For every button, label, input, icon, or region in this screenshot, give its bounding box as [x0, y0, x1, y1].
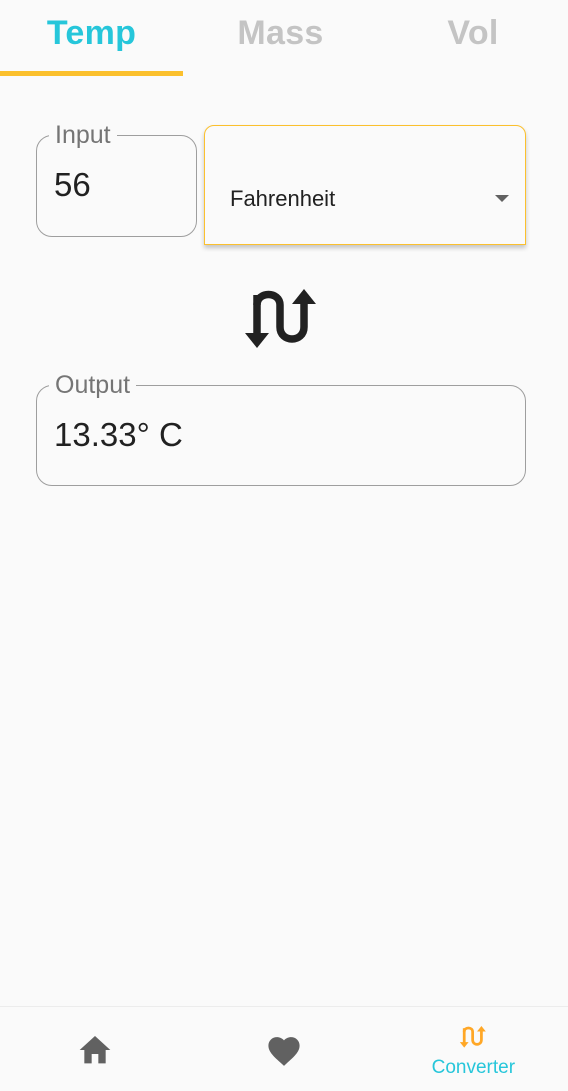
nav-home[interactable]: [0, 1007, 189, 1091]
input-field[interactable]: Input 56: [36, 120, 197, 237]
swap-vert-icon: [460, 1026, 487, 1048]
nav-converter-label: Converter: [431, 1057, 516, 1078]
tab-vol[interactable]: Vol: [378, 0, 568, 76]
tab-mass[interactable]: Mass: [183, 0, 378, 76]
input-field-value[interactable]: 56: [54, 166, 91, 204]
unit-dropdown-value: Fahrenheit: [230, 186, 336, 211]
swap-vert-icon: [245, 289, 316, 348]
home-icon: [79, 1036, 110, 1064]
tab-bar: Temp Mass Vol: [0, 0, 568, 76]
input-field-label: Input: [49, 120, 117, 150]
tab-temp[interactable]: Temp: [0, 0, 183, 76]
nav-favorites[interactable]: [189, 1007, 378, 1091]
tab-active-indicator: [0, 71, 183, 76]
bottom-navigation: Converter: [0, 1006, 568, 1091]
output-field: Output 13.33° C: [36, 370, 526, 486]
unit-dropdown[interactable]: Fahrenheit: [204, 125, 526, 245]
output-field-label: Output: [49, 370, 137, 400]
tab-vol-label: Vol: [447, 14, 499, 52]
output-field-value: 13.33° C: [54, 416, 183, 453]
tab-temp-label: Temp: [46, 14, 137, 52]
heart-icon: [268, 1037, 300, 1066]
nav-converter[interactable]: Converter: [379, 1007, 568, 1091]
swap-button[interactable]: [240, 285, 322, 353]
dropdown-arrow-icon: [495, 195, 509, 202]
tab-mass-label: Mass: [237, 14, 324, 52]
